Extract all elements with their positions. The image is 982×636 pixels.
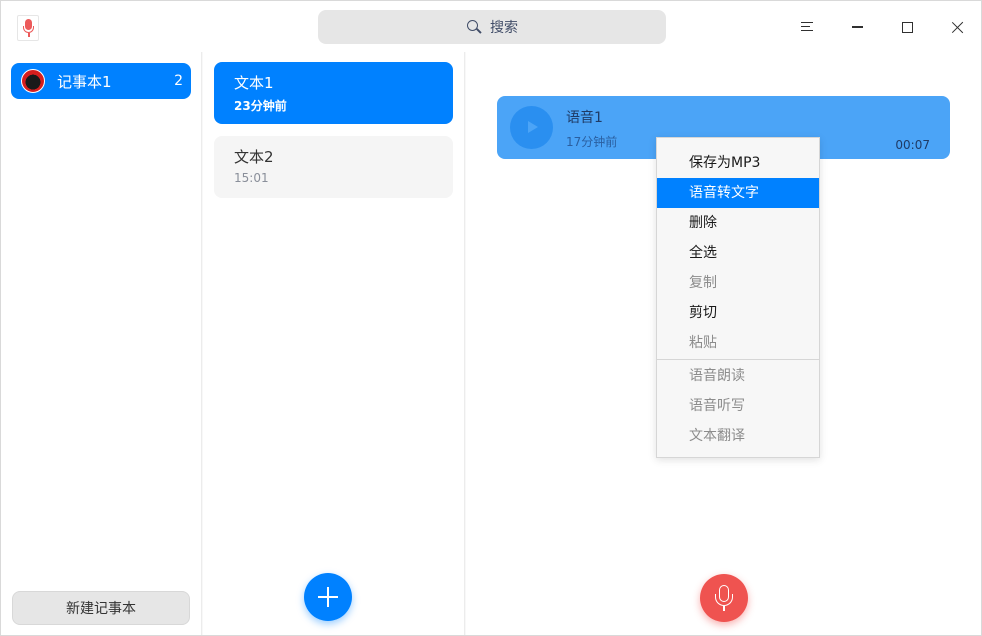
search-icon [466,19,482,35]
note-list: 文本1 23分钟前 文本2 15:01 [203,52,465,635]
menu-item-read-aloud[interactable]: 语音朗读 [657,361,819,391]
voice-notes-logo-icon [17,15,39,41]
note-time: 23分钟前 [234,99,287,113]
note-list-item[interactable]: 文本2 15:01 [214,136,453,198]
menu-item-save-mp3[interactable]: 保存为MP3 [657,148,819,178]
minimize-icon [851,26,863,28]
menu-item-paste[interactable]: 粘贴 [657,328,819,358]
close-button[interactable] [937,9,977,45]
play-button[interactable] [510,106,553,149]
search-box[interactable]: 搜索 [318,10,666,44]
voice-duration: 00:07 [895,138,930,152]
notebook-name: 记事本1 [57,72,112,91]
play-icon [528,121,538,133]
maximize-button[interactable] [887,9,927,45]
menu-item-cut[interactable]: 剪切 [657,298,819,328]
menu-item-translate[interactable]: 文本翻译 [657,421,819,451]
note-title: 文本1 [234,74,274,92]
voice-time: 17分钟前 [566,135,618,149]
menu-item-speech-to-text[interactable]: 语音转文字 [657,178,819,208]
hamburger-menu-icon [801,22,813,32]
minimize-button[interactable] [837,9,877,45]
notebook-avatar-icon [21,69,45,93]
note-title: 文本2 [234,148,274,166]
menu-item-delete[interactable]: 删除 [657,208,819,238]
main-menu-button[interactable] [787,9,827,45]
notebook-count: 2 [174,73,183,89]
app-window: 搜索 记事本1 2 新建记事本 文本1 23分钟前 文本2 15:01 语音1 … [0,0,982,636]
voice-title: 语音1 [566,110,603,126]
close-icon [951,21,964,34]
menu-item-dictation[interactable]: 语音听写 [657,391,819,421]
add-note-button[interactable] [304,573,352,621]
notebook-item[interactable]: 记事本1 2 [11,63,191,99]
menu-item-copy[interactable]: 复制 [657,268,819,298]
record-button[interactable] [700,574,748,622]
menu-item-select-all[interactable]: 全选 [657,238,819,268]
note-time: 15:01 [234,171,269,185]
maximize-icon [901,21,913,33]
title-bar: 搜索 [1,1,981,52]
search-placeholder: 搜索 [490,20,518,36]
note-list-item[interactable]: 文本1 23分钟前 [214,62,453,124]
context-menu: 保存为MP3 语音转文字 删除 全选 复制 剪切 粘贴 语音朗读 语音听写 文本… [656,137,820,458]
notebook-sidebar: 记事本1 2 新建记事本 [1,52,202,635]
menu-separator [657,359,819,360]
new-notebook-button[interactable]: 新建记事本 [12,591,190,625]
